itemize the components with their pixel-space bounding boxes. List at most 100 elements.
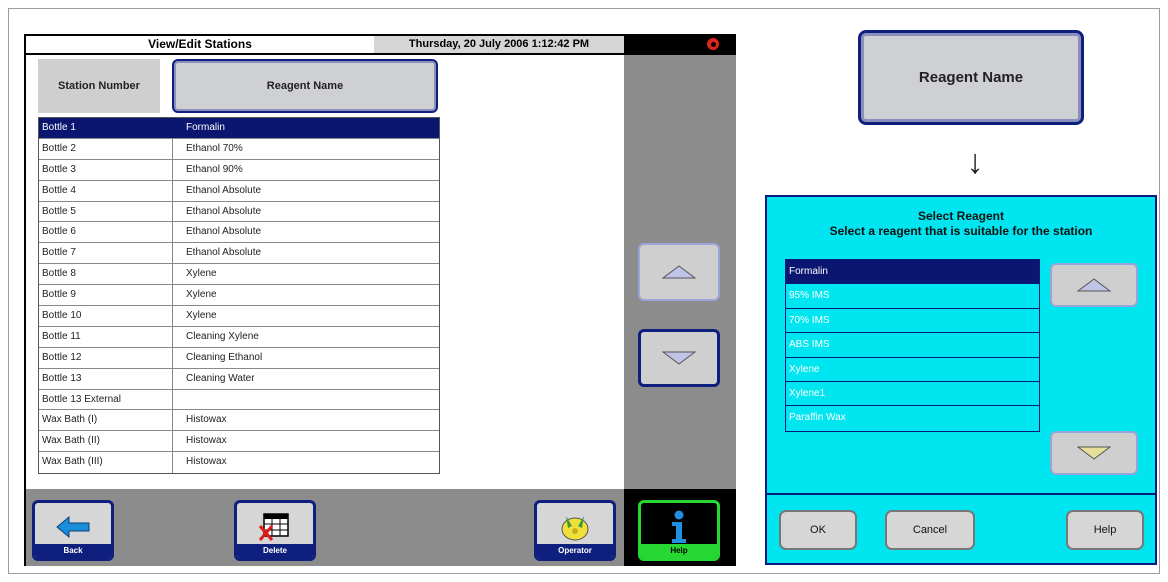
station-cell: Bottle 13 (39, 368, 173, 389)
table-row[interactable]: Bottle 2 Ethanol 70% (39, 138, 439, 160)
reagent-cell: Ethanol Absolute (186, 247, 262, 259)
station-cell: Bottle 2 (39, 138, 173, 159)
screen-title: View/Edit Stations (26, 36, 374, 53)
table-row[interactable]: Bottle 5 Ethanol Absolute (39, 201, 439, 223)
reagent-cell: Ethanol 90% (186, 163, 243, 175)
station-number-header[interactable]: Station Number (38, 59, 160, 113)
back-arrow-icon (56, 516, 90, 538)
title-bar: View/Edit Stations Thursday, 20 July 200… (24, 34, 736, 55)
list-item[interactable]: 70% IMS (786, 309, 1039, 334)
station-cell: Bottle 4 (39, 180, 173, 201)
list-item[interactable]: Paraffin Wax (786, 406, 1039, 430)
info-icon (672, 510, 686, 543)
reagent-list: Formalin 95% IMS 70% IMS ABS IMS Xylene … (785, 259, 1040, 432)
triangle-up-icon (662, 265, 696, 279)
table-row[interactable]: Bottle 13 Cleaning Water (39, 368, 439, 390)
delete-table-icon (258, 513, 289, 541)
reagent-cell: Histowax (186, 435, 227, 447)
triangle-down-icon (1077, 446, 1111, 460)
station-cell: Bottle 8 (39, 264, 173, 285)
station-cell: Bottle 7 (39, 243, 173, 264)
list-item[interactable]: Xylene1 (786, 382, 1039, 407)
datetime-display: Thursday, 20 July 2006 1:12:42 PM (374, 36, 624, 53)
ok-button[interactable]: OK (779, 510, 857, 550)
operator-label: Operator (537, 544, 613, 558)
station-cell: Bottle 13 External (39, 389, 173, 410)
reagent-cell: Histowax (186, 456, 227, 468)
reagent-cell (173, 390, 439, 410)
table-row[interactable]: Bottle 1 Formalin (39, 118, 439, 139)
table-row[interactable]: Bottle 13 External (39, 389, 439, 411)
table-row[interactable]: Wax Bath (III) Histowax (39, 452, 439, 474)
view-edit-stations-screen: View/Edit Stations Thursday, 20 July 200… (24, 34, 736, 566)
stations-table-area: Station Number Reagent Name Bottle 1 Form… (26, 55, 624, 489)
reagent-cell: Cleaning Water (186, 372, 255, 384)
station-cell: Bottle 11 (39, 326, 173, 347)
reagent-cell: Xylene (186, 268, 217, 280)
reagent-name-header[interactable]: Reagent Name (172, 59, 438, 113)
dialog-title-line2: Select a reagent that is suitable for th… (829, 224, 1093, 238)
station-cell: Bottle 12 (39, 347, 173, 368)
delete-label: Delete (237, 544, 313, 558)
reagent-cell: Xylene (186, 310, 217, 322)
help-label: Help (641, 544, 717, 558)
list-item[interactable]: 95% IMS (786, 284, 1039, 309)
help-button[interactable]: Help (638, 500, 720, 561)
table-row[interactable]: Bottle 3 Ethanol 90% (39, 159, 439, 181)
cancel-button[interactable]: Cancel (885, 510, 975, 550)
operator-icon (561, 516, 589, 541)
table-row[interactable]: Bottle 4 Ethanol Absolute (39, 180, 439, 202)
station-cell: Wax Bath (III) (39, 452, 173, 474)
station-cell: Wax Bath (II) (39, 431, 173, 452)
table-row[interactable]: Bottle 9 Xylene (39, 285, 439, 307)
dialog-divider (767, 493, 1155, 495)
reagent-cell: Histowax (186, 414, 227, 426)
list-item[interactable]: ABS IMS (786, 333, 1039, 358)
table-row[interactable]: Bottle 10 Xylene (39, 306, 439, 327)
reagent-name-button-callout[interactable]: Reagent Name (858, 30, 1084, 125)
select-reagent-dialog: Select Reagent Select a reagent that is … (765, 195, 1157, 565)
table-row[interactable]: Wax Bath (II) Histowax (39, 431, 439, 453)
station-cell: Bottle 10 (39, 306, 173, 326)
back-label: Back (35, 544, 111, 558)
table-row[interactable]: Bottle 6 Ethanol Absolute (39, 222, 439, 244)
table-row[interactable]: Bottle 12 Cleaning Ethanol (39, 347, 439, 369)
reagent-cell: Cleaning Ethanol (186, 351, 263, 363)
station-cell: Bottle 3 (39, 159, 173, 180)
station-cell: Bottle 6 (39, 222, 173, 243)
table-row[interactable]: Bottle 11 Cleaning Xylene (39, 326, 439, 348)
reagent-cell: Cleaning Xylene (186, 330, 259, 342)
scroll-down-button[interactable] (638, 329, 720, 387)
reagent-cell: Formalin (186, 122, 225, 133)
list-scroll-up-button[interactable] (1050, 263, 1138, 307)
scroll-up-button[interactable] (638, 243, 720, 301)
back-button[interactable]: Back (32, 500, 114, 561)
flow-arrow-icon: ↓ (966, 143, 984, 181)
operator-button[interactable]: Operator (534, 500, 616, 561)
list-scroll-down-button[interactable] (1050, 431, 1138, 475)
delete-button[interactable]: Delete (234, 500, 316, 561)
scroll-panel (624, 55, 736, 489)
triangle-down-icon (662, 351, 696, 365)
triangle-up-icon (1077, 278, 1111, 292)
table-row[interactable]: Bottle 7 Ethanol Absolute (39, 243, 439, 265)
reagent-cell: Xylene (186, 289, 217, 301)
station-cell: Bottle 1 (39, 118, 173, 138)
station-cell: Bottle 5 (39, 201, 173, 222)
dialog-title-line1: Select Reagent (917, 209, 1005, 223)
help-button[interactable]: Help (1066, 510, 1144, 550)
station-cell: Bottle 9 (39, 285, 173, 306)
reagent-cell: Ethanol Absolute (186, 226, 262, 238)
table-row[interactable]: Bottle 8 Xylene (39, 264, 439, 286)
stations-table: Bottle 1 Formalin Bottle 2 Ethanol 70% Bot… (38, 117, 440, 475)
list-item[interactable]: Xylene (786, 358, 1039, 382)
bottom-toolbar: Back Delete Operator Help (24, 489, 736, 566)
reagent-cell: Ethanol 70% (186, 142, 243, 154)
dialog-title: Select Reagent Select a reagent that is … (767, 209, 1155, 239)
reagent-cell: Ethanol Absolute (186, 205, 262, 217)
reagent-cell: Ethanol Absolute (186, 184, 262, 196)
table-row[interactable]: Wax Bath (I) Histowax (39, 410, 439, 432)
alarm-icon[interactable] (707, 38, 719, 50)
list-item[interactable]: Formalin (786, 260, 1039, 285)
station-cell: Wax Bath (I) (39, 410, 173, 431)
